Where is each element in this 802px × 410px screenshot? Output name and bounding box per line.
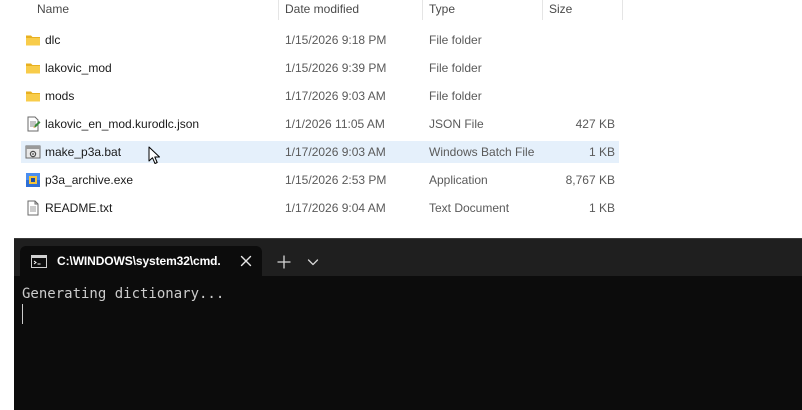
file-row-make-p3a-bat[interactable]: make_p3a.bat 1/17/2026 9:03 AM Windows B… [21, 141, 619, 163]
file-type: Application [429, 173, 488, 187]
folder-icon [26, 35, 40, 46]
column-header-date-modified[interactable]: Date modified [279, 0, 423, 20]
terminal-caret [22, 304, 23, 324]
close-tab-icon[interactable] [238, 253, 254, 269]
file-name: dlc [45, 33, 61, 47]
terminal-tab-title: C:\WINDOWS\system32\cmd. [57, 254, 221, 268]
file-name: p3a_archive.exe [45, 173, 134, 187]
file-date: 1/17/2026 9:03 AM [285, 89, 386, 103]
exe-file-icon [26, 173, 40, 187]
cmd-prompt-icon [31, 255, 47, 268]
file-row-mods[interactable]: mods 1/17/2026 9:03 AM File folder [21, 85, 619, 107]
file-size: 1 KB [588, 145, 615, 159]
terminal-output-area[interactable]: Generating dictionary... [14, 276, 802, 410]
file-type: File folder [429, 33, 482, 47]
file-type: File folder [429, 61, 482, 75]
terminal-tab-strip: C:\WINDOWS\system32\cmd. [14, 238, 802, 277]
file-row-p3a-archive-exe[interactable]: p3a_archive.exe 1/15/2026 2:53 PM Applic… [21, 169, 619, 191]
file-date: 1/1/2026 11:05 AM [285, 117, 385, 131]
file-name: README.txt [45, 201, 113, 215]
file-type: File folder [429, 89, 482, 103]
file-row-readme-txt[interactable]: README.txt 1/17/2026 9:04 AM Text Docume… [21, 197, 619, 219]
terminal-window: C:\WINDOWS\system32\cmd. Generating dict… [14, 238, 802, 410]
mouse-pointer-icon [148, 146, 160, 164]
file-name: lakovic_mod [45, 61, 112, 75]
file-date: 1/15/2026 9:18 PM [285, 33, 387, 47]
file-size: 427 KB [575, 117, 615, 131]
folder-icon [26, 63, 40, 74]
json-file-icon [27, 116, 41, 132]
file-name: mods [45, 89, 75, 103]
file-date: 1/17/2026 9:03 AM [285, 145, 386, 159]
new-tab-plus-icon[interactable] [273, 252, 295, 272]
batch-file-icon [25, 145, 41, 159]
file-explorer-list: Name Date modified Type Size dlc 1/15/20… [0, 0, 802, 238]
column-header-row: Name Date modified Type Size [0, 0, 802, 20]
file-row-dlc[interactable]: dlc 1/15/2026 9:18 PM File folder [21, 29, 619, 51]
file-type: JSON File [429, 117, 484, 131]
file-date: 1/15/2026 9:39 PM [285, 61, 387, 75]
file-type: Text Document [429, 201, 510, 215]
file-row-lakovic-mod[interactable]: lakovic_mod 1/15/2026 9:39 PM File folde… [21, 57, 619, 79]
file-type: Windows Batch File [429, 145, 535, 159]
chevron-down-icon[interactable] [303, 252, 323, 272]
folder-icon [26, 91, 40, 102]
file-name: make_p3a.bat [45, 145, 122, 159]
terminal-tab-cmd[interactable]: C:\WINDOWS\system32\cmd. [20, 246, 262, 277]
column-header-size[interactable]: Size [543, 0, 623, 20]
column-header-type[interactable]: Type [423, 0, 543, 20]
file-date: 1/15/2026 2:53 PM [285, 173, 387, 187]
column-header-name[interactable]: Name [31, 0, 279, 20]
file-date: 1/17/2026 9:04 AM [285, 201, 386, 215]
terminal-output-line: Generating dictionary... [22, 286, 225, 302]
text-file-icon [27, 200, 39, 216]
file-row-lakovic-en-mod-json[interactable]: lakovic_en_mod.kurodlc.json 1/1/2026 11:… [21, 113, 619, 135]
file-name: lakovic_en_mod.kurodlc.json [45, 117, 200, 131]
file-size: 8,767 KB [565, 173, 615, 187]
file-size: 1 KB [588, 201, 615, 215]
